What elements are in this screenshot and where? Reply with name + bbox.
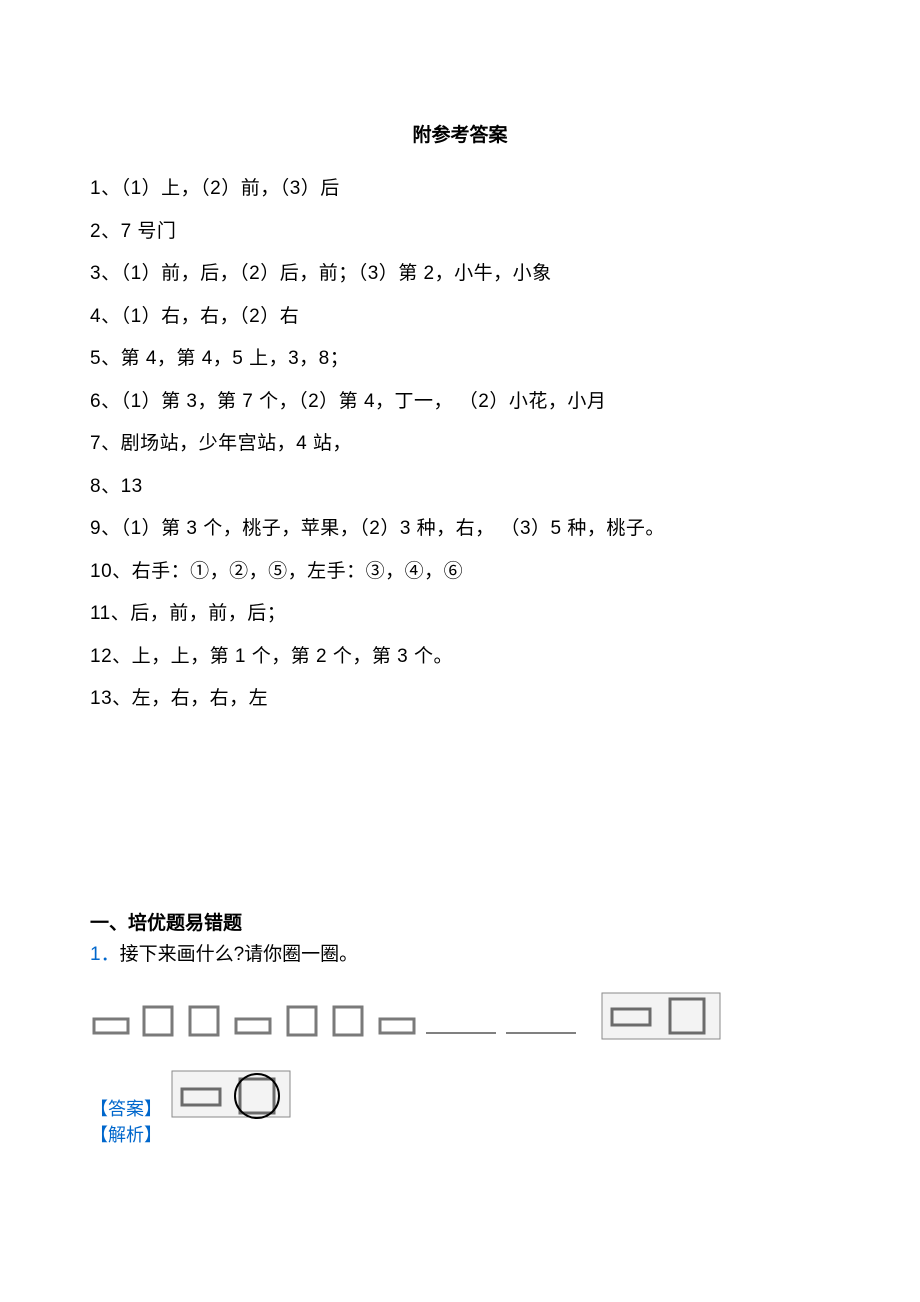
question-text: 接下来画什么?请你圈一圈。 [120, 944, 359, 965]
answer-line: 13、左，右，右，左 [90, 685, 830, 714]
answer-line: 8、13 [90, 473, 830, 502]
answer-line: 7、剧场站，少年宫站，4 站， [90, 430, 830, 459]
answer-line: 9、（1）第 3 个，桃子，苹果，（2）3 种，右， （3）5 种，桃子。 [90, 515, 830, 544]
answer-line: 12、上，上，第 1 个，第 2 个，第 3 个。 [90, 643, 830, 672]
page-title: 附参考答案 [90, 120, 830, 147]
answer-key-svg [170, 1067, 300, 1121]
answer-line: 4、（1）右，右，（2）右 [90, 303, 830, 332]
section-heading: 一、培优题易错题 [90, 908, 830, 935]
answer-line: 10、右手：①，②，⑤，左手：③，④，⑥ [90, 558, 830, 587]
spacing-gap [90, 728, 830, 908]
shape-pattern-row [90, 987, 830, 1043]
analysis-label: 【解析】 [90, 1125, 830, 1147]
answer-key-row: 【答案】 [90, 1067, 830, 1121]
shape-pattern-svg [90, 987, 830, 1043]
page: 附参考答案 1、（1）上，（2）前，（3）后 2、7 号门 3、（1）前，后，（… [0, 0, 920, 1302]
answer-line: 6、（1）第 3，第 7 个，（2）第 4，丁一， （2）小花，小月 [90, 388, 830, 417]
question-line: 1．接下来画什么?请你圈一圈。 [90, 941, 830, 970]
answer-line: 11、后，前，前，后； [90, 600, 830, 629]
answer-line: 1、（1）上，（2）前，（3）后 [90, 175, 830, 204]
answer-label: 【答案】 [90, 1099, 162, 1121]
question-number: 1． [90, 944, 120, 965]
answer-line: 2、7 号门 [90, 218, 830, 247]
answer-line: 3、（1）前，后，（2）后，前；（3）第 2，小牛，小象 [90, 260, 830, 289]
answer-line: 5、第 4，第 4，5 上，3，8； [90, 345, 830, 374]
